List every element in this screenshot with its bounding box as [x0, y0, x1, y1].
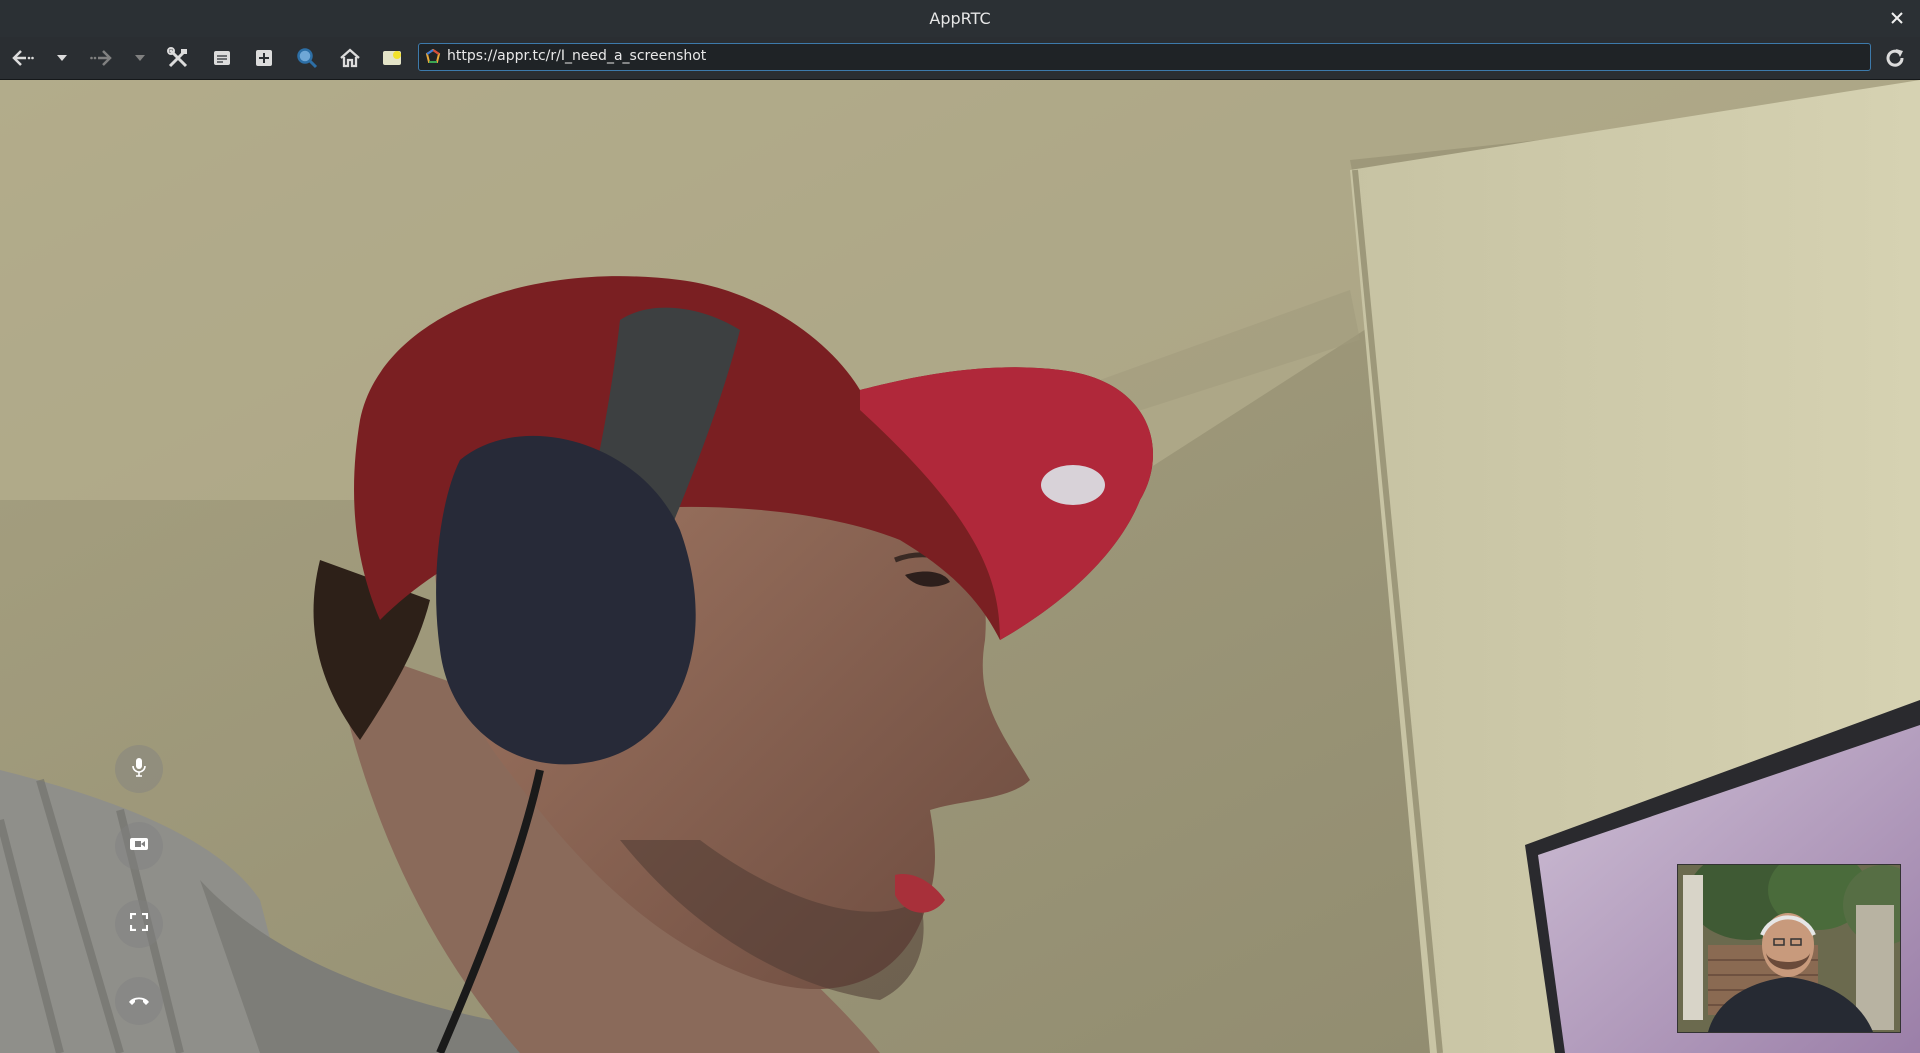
microphone-icon: [131, 757, 147, 781]
window-titlebar: AppRTC: [0, 0, 1920, 37]
remote-video: [0, 80, 1920, 1053]
forward-history-chevron-down-icon[interactable]: [125, 44, 155, 72]
back-history-chevron-down-icon[interactable]: [47, 44, 77, 72]
video-call-area: [0, 80, 1920, 1053]
back-arrow-icon[interactable]: [8, 44, 38, 72]
bookmark-icon[interactable]: [378, 44, 408, 72]
extension-icon[interactable]: [249, 44, 279, 72]
url-text: https://appr.tc/r/I_need_a_screenshot: [447, 48, 707, 64]
fullscreen-button[interactable]: [115, 900, 163, 948]
address-bar[interactable]: https://appr.tc/r/I_need_a_screenshot: [418, 43, 1871, 71]
hangup-icon: [128, 992, 150, 1011]
hangup-button[interactable]: [115, 977, 163, 1025]
site-favicon-icon: [425, 48, 441, 65]
fullscreen-icon: [129, 912, 149, 935]
browser-toolbar: https://appr.tc/r/I_need_a_screenshot: [0, 37, 1920, 80]
window-title: AppRTC: [929, 9, 991, 28]
tools-icon[interactable]: [163, 44, 193, 72]
video-camera-icon: [129, 836, 149, 856]
reload-icon[interactable]: [1880, 44, 1910, 72]
search-icon[interactable]: [292, 44, 322, 72]
close-icon[interactable]: [1886, 7, 1908, 29]
forward-arrow-icon[interactable]: [86, 44, 116, 72]
local-video-preview: [1677, 864, 1901, 1033]
mute-video-button[interactable]: [115, 822, 163, 870]
mute-audio-button[interactable]: [115, 745, 163, 793]
reader-icon[interactable]: [207, 44, 237, 72]
home-icon[interactable]: [335, 44, 365, 72]
